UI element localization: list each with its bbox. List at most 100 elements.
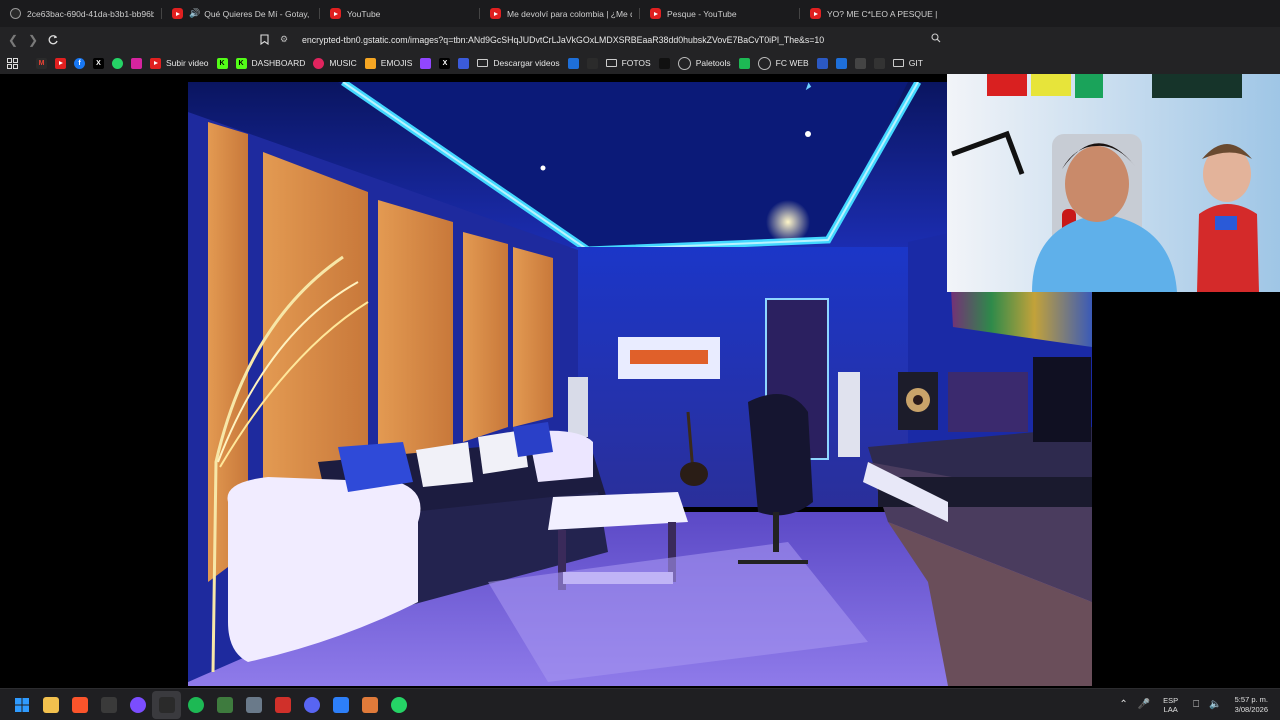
microphone-icon[interactable]: 🎤 xyxy=(1138,699,1150,710)
youtube-icon xyxy=(150,57,161,69)
whatsapp-icon xyxy=(112,57,123,69)
app-icon xyxy=(816,57,828,69)
bookmark-item[interactable] xyxy=(832,52,851,74)
taskbar-app[interactable] xyxy=(326,691,355,719)
site-settings-icon[interactable]: ⚙ xyxy=(280,34,294,45)
app-icon xyxy=(216,696,233,713)
bookmark-item[interactable] xyxy=(564,52,583,74)
file-explorer-icon xyxy=(42,696,59,713)
taskbar-app[interactable] xyxy=(36,691,65,719)
taskbar-app[interactable] xyxy=(94,691,123,719)
kick-icon: K xyxy=(235,57,247,69)
kick-icon: K xyxy=(216,57,228,69)
bookmark-label: FC WEB xyxy=(775,58,809,68)
play-icon xyxy=(835,57,847,69)
browser-toolbar: ❮ ❯ ⚙ encrypted-tbn0.gstatic.com/images?… xyxy=(0,27,1280,52)
language-indicator[interactable]: ESP LAA xyxy=(1163,696,1178,714)
browser-tab-icon xyxy=(10,8,21,19)
taskbar-app[interactable] xyxy=(152,690,181,719)
bookmark-item[interactable]: EMOJIS xyxy=(361,52,417,74)
tab-title: YouTube xyxy=(347,8,381,19)
webcam-overlay xyxy=(947,74,1280,292)
taskbar-app[interactable] xyxy=(210,691,239,719)
bookmark-item[interactable]: K xyxy=(213,52,232,74)
bookmark-label: FOTOS xyxy=(621,58,651,68)
bookmark-item[interactable]: Descargar videos xyxy=(473,52,563,74)
bookmark-item[interactable] xyxy=(416,52,435,74)
bookmark-item[interactable]: Paletools xyxy=(674,52,735,74)
bookmark-item[interactable] xyxy=(851,52,870,74)
text-icon xyxy=(873,57,885,69)
zoom-icon[interactable] xyxy=(931,33,941,46)
taskbar-app[interactable] xyxy=(268,691,297,719)
tab[interactable]: YO? ME C*LEO A PESQUE | CHUPIS xyxy=(800,0,948,27)
taskbar-app[interactable] xyxy=(239,691,268,719)
instagram-icon xyxy=(131,57,142,69)
tab[interactable]: Pesque - YouTube xyxy=(640,0,800,27)
speaker-icon[interactable]: 🔊 xyxy=(189,8,200,19)
discord-icon xyxy=(303,696,320,713)
taskbar-app[interactable] xyxy=(7,691,36,719)
bookmark-item[interactable] xyxy=(51,52,70,74)
tab[interactable]: 🔊 Qué Quieres De Mí - Gotay, Ñen xyxy=(162,0,320,27)
bookmark-item[interactable] xyxy=(655,52,674,74)
forward-icon[interactable]: ❯ xyxy=(23,30,43,50)
tab-title: YO? ME C*LEO A PESQUE | CHUPIS xyxy=(827,8,940,19)
time: 5:57 p. m. xyxy=(1234,694,1268,704)
page-content xyxy=(0,74,1280,688)
taskbar-app[interactable] xyxy=(181,691,210,719)
taskbar-app[interactable] xyxy=(384,691,413,719)
bookmark-item[interactable]: M xyxy=(32,52,51,74)
bookmark-item[interactable] xyxy=(454,52,473,74)
tab[interactable]: 2ce63bac-690d-41da-b3b1-bb96b8 xyxy=(0,0,162,27)
bookmark-item[interactable]: K DASHBOARD xyxy=(232,52,310,74)
volume-icon[interactable]: 🔈 xyxy=(1209,699,1221,710)
system-tray: ⌃ 🎤 ESP LAA ⎕ 🔈 5:57 p. m. 3/08/2026 xyxy=(1114,689,1280,720)
bookmark-item[interactable]: X xyxy=(435,52,454,74)
bookmark-item[interactable]: X xyxy=(89,52,108,74)
youtube-icon xyxy=(55,57,66,69)
taskbar-app[interactable] xyxy=(65,691,94,719)
tab[interactable]: YouTube xyxy=(320,0,480,27)
bookmark-item[interactable] xyxy=(108,52,127,74)
bookmark-item[interactable] xyxy=(583,52,602,74)
bookmark-label: Paletools xyxy=(695,58,731,68)
grid-icon xyxy=(854,57,866,69)
bookmark-icon[interactable] xyxy=(254,30,274,50)
bookmark-item[interactable] xyxy=(813,52,832,74)
bookmark-item[interactable]: FOTOS xyxy=(602,52,655,74)
bookmark-label: Descargar videos xyxy=(493,58,560,68)
reload-icon[interactable] xyxy=(43,30,63,50)
keyboard-layout: LAA xyxy=(1163,704,1178,714)
taskbar-app[interactable] xyxy=(123,691,152,719)
bookmark-item[interactable]: f xyxy=(70,52,89,74)
clock[interactable]: 5:57 p. m. 3/08/2026 xyxy=(1235,695,1268,715)
globe-icon xyxy=(677,56,691,70)
youtube-icon xyxy=(172,8,183,19)
tab-title: Pesque - YouTube xyxy=(667,8,737,19)
taskbar: ⌃ 🎤 ESP LAA ⎕ 🔈 5:57 p. m. 3/08/2026 xyxy=(0,688,1280,720)
globe-icon xyxy=(757,56,771,70)
youtube-icon xyxy=(810,8,821,19)
bookmark-item[interactable]: FC WEB xyxy=(754,52,813,74)
apps-grid-icon[interactable] xyxy=(0,52,22,74)
tab[interactable]: Me devolví para colombia | ¿Me qu xyxy=(480,0,640,27)
address-bar[interactable]: ⚙ encrypted-tbn0.gstatic.com/images?q=tb… xyxy=(280,30,945,49)
bookmark-item[interactable] xyxy=(127,52,146,74)
bookmark-item[interactable] xyxy=(735,52,754,74)
bookmark-item[interactable]: GIT xyxy=(889,52,927,74)
bookmark-item[interactable]: MUSIC xyxy=(309,52,360,74)
youtube-icon xyxy=(330,8,341,19)
chevron-up-icon[interactable]: ⌃ xyxy=(1119,699,1127,710)
brave-browser-icon xyxy=(71,696,88,713)
bookmark-item[interactable] xyxy=(870,52,889,74)
youtube-icon xyxy=(490,8,501,19)
taskbar-app[interactable] xyxy=(297,691,326,719)
taskbar-app[interactable] xyxy=(355,691,384,719)
back-icon[interactable]: ❮ xyxy=(3,30,23,50)
tiktok-icon xyxy=(658,57,670,69)
network-icon[interactable]: ⎕ xyxy=(1193,699,1199,710)
bookmark-item[interactable]: Subir video xyxy=(146,52,213,74)
twitch-icon xyxy=(420,57,432,69)
facebook-icon: f xyxy=(74,57,85,69)
